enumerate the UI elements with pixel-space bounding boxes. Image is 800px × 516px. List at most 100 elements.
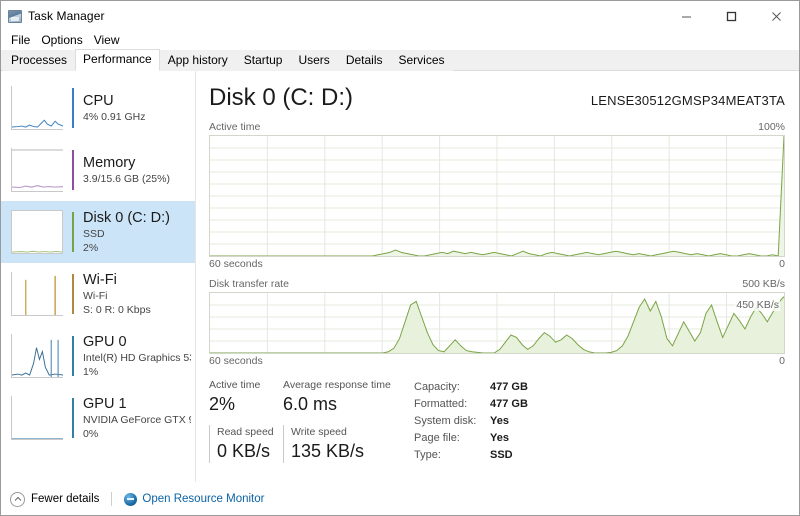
- resource-monitor-icon: [124, 493, 137, 506]
- rate-axis: 60 seconds 0: [209, 355, 785, 367]
- sidebar-item-disk-0-sub2: 2%: [83, 241, 170, 255]
- stat-active-time-value: 2%: [209, 392, 283, 416]
- tab-users[interactable]: Users: [290, 50, 337, 71]
- status-separator: [111, 492, 112, 506]
- active-time-chart: [209, 135, 785, 257]
- sidebar-item-wifi-title: Wi-Fi: [83, 271, 151, 289]
- stat-write-speed: Write speed 135 KB/s: [283, 425, 409, 463]
- gpu1-text-group: GPU 1 NVIDIA GeForce GTX 96 0%: [83, 395, 191, 441]
- menu-item-view[interactable]: View: [89, 32, 125, 49]
- memory-sparkline: [11, 148, 63, 192]
- info-key-system-disk: System disk:: [414, 413, 490, 430]
- sidebar-item-gpu-0-sub1: Intel(R) HD Graphics 530: [83, 351, 191, 365]
- sidebar-item-disk-0[interactable]: Disk 0 (C: D:) SSD 2%: [1, 201, 195, 263]
- performance-sidebar: CPU 4% 0.91 GHz Memory 3.9/15.6 GB (25%): [1, 71, 195, 482]
- close-button[interactable]: [754, 1, 799, 31]
- chevron-up-icon: [10, 492, 25, 507]
- page-title: Disk 0 (C: D:): [209, 83, 353, 113]
- sidebar-item-gpu-0-title: GPU 0: [83, 333, 191, 351]
- gpu0-accent-bar: [72, 336, 74, 376]
- sidebar-item-cpu-title: CPU: [83, 92, 145, 110]
- tab-services[interactable]: Services: [391, 50, 453, 71]
- disk-model-label: LENSE30512GMSP34MEAT3TA: [591, 93, 785, 108]
- maximize-icon: [726, 11, 737, 22]
- stat-active-time-label: Active time: [209, 378, 283, 392]
- task-manager-window: Task Manager File Options: [0, 0, 800, 516]
- sidebar-item-wifi[interactable]: Wi-Fi Wi-Fi S: 0 R: 0 Kbps: [1, 263, 195, 325]
- stat-read-speed: Read speed 0 KB/s: [209, 425, 283, 463]
- sidebar-item-gpu-1-title: GPU 1: [83, 395, 191, 413]
- content-area: CPU 4% 0.91 GHz Memory 3.9/15.6 GB (25%): [1, 71, 799, 482]
- rate-overlay-label: 450 KB/s: [735, 299, 780, 311]
- menu-bar: File Options View: [1, 31, 799, 50]
- sidebar-item-gpu-0[interactable]: GPU 0 Intel(R) HD Graphics 530 1%: [1, 325, 195, 387]
- info-row-type: Type: SSD: [414, 447, 528, 464]
- disk-accent-bar: [72, 212, 74, 252]
- window-controls: [664, 1, 799, 31]
- tab-details[interactable]: Details: [338, 50, 391, 71]
- stats-row-primary: Active time 2% Average response time 6.0…: [209, 378, 414, 416]
- gpu0-text-group: GPU 0 Intel(R) HD Graphics 530 1%: [83, 333, 191, 379]
- maximize-button[interactable]: [709, 1, 754, 31]
- active-time-max-label: 100%: [758, 121, 785, 133]
- gpu1-sparkline: [11, 396, 63, 440]
- menu-item-options[interactable]: Options: [36, 32, 87, 49]
- stat-response-time: Average response time 6.0 ms: [283, 378, 409, 416]
- stats-left-column: Active time 2% Average response time 6.0…: [209, 378, 414, 464]
- info-value-type: SSD: [490, 447, 513, 464]
- sidebar-item-memory-title: Memory: [83, 154, 170, 172]
- sidebar-item-cpu-sub: 4% 0.91 GHz: [83, 110, 145, 124]
- minimize-button[interactable]: [664, 1, 709, 31]
- disk-text-group: Disk 0 (C: D:) SSD 2%: [83, 209, 170, 255]
- rate-caption: Disk transfer rate 500 KB/s: [209, 278, 785, 290]
- info-row-page-file: Page file: Yes: [414, 430, 528, 447]
- sidebar-item-disk-0-sub1: SSD: [83, 227, 170, 241]
- rate-max-label: 500 KB/s: [742, 278, 785, 290]
- tab-performance[interactable]: Performance: [75, 49, 160, 71]
- stats-row-speed: Read speed 0 KB/s Write speed 135 KB/s: [209, 425, 414, 463]
- info-row-system-disk: System disk: Yes: [414, 413, 528, 430]
- sidebar-item-disk-0-title: Disk 0 (C: D:): [83, 209, 170, 227]
- sidebar-item-gpu-0-sub2: 1%: [83, 365, 191, 379]
- info-value-capacity: 477 GB: [490, 379, 528, 396]
- open-resource-monitor-link[interactable]: Open Resource Monitor: [124, 493, 264, 506]
- cpu-sparkline: [11, 86, 63, 130]
- task-manager-icon: [8, 10, 22, 23]
- fewer-details-button[interactable]: Fewer details: [10, 492, 99, 507]
- info-value-formatted: 477 GB: [490, 396, 528, 413]
- disk-transfer-rate-plot: [210, 293, 784, 353]
- active-time-x-right: 0: [779, 258, 785, 270]
- tab-startup[interactable]: Startup: [236, 50, 291, 71]
- stat-write-speed-value: 135 KB/s: [291, 439, 409, 463]
- menu-item-file[interactable]: File: [6, 32, 35, 49]
- active-time-x-left: 60 seconds: [209, 258, 263, 270]
- info-key-type: Type:: [414, 447, 490, 464]
- stat-response-time-value: 6.0 ms: [283, 392, 409, 416]
- stat-read-speed-label: Read speed: [217, 425, 283, 439]
- sidebar-item-memory[interactable]: Memory 3.9/15.6 GB (25%): [1, 139, 195, 201]
- tab-app-history[interactable]: App history: [160, 50, 236, 71]
- sidebar-item-wifi-sub1: Wi-Fi: [83, 289, 151, 303]
- detail-header: Disk 0 (C: D:) LENSE30512GMSP34MEAT3TA: [209, 83, 785, 113]
- info-value-system-disk: Yes: [490, 413, 509, 430]
- stat-response-time-label: Average response time: [283, 378, 409, 392]
- sidebar-item-memory-sub: 3.9/15.6 GB (25%): [83, 172, 170, 186]
- cpu-accent-bar: [72, 88, 74, 128]
- open-resource-monitor-label: Open Resource Monitor: [142, 493, 264, 505]
- info-key-capacity: Capacity:: [414, 379, 490, 396]
- window-title: Task Manager: [28, 9, 105, 23]
- info-value-page-file: Yes: [490, 430, 509, 447]
- wifi-text-group: Wi-Fi Wi-Fi S: 0 R: 0 Kbps: [83, 271, 151, 317]
- tab-processes[interactable]: Processes: [3, 50, 75, 71]
- rate-caption-label: Disk transfer rate: [209, 278, 289, 290]
- rate-x-left: 60 seconds: [209, 355, 263, 367]
- sidebar-item-gpu-1[interactable]: GPU 1 NVIDIA GeForce GTX 96 0%: [1, 387, 195, 449]
- sidebar-item-cpu[interactable]: CPU 4% 0.91 GHz: [1, 77, 195, 139]
- info-row-capacity: Capacity: 477 GB: [414, 379, 528, 396]
- minimize-icon: [681, 11, 692, 22]
- gpu1-accent-bar: [72, 398, 74, 438]
- sidebar-item-gpu-1-sub1: NVIDIA GeForce GTX 96: [83, 413, 191, 427]
- title-bar-left: Task Manager: [1, 9, 105, 23]
- stat-read-speed-value: 0 KB/s: [217, 439, 283, 463]
- rate-x-right: 0: [779, 355, 785, 367]
